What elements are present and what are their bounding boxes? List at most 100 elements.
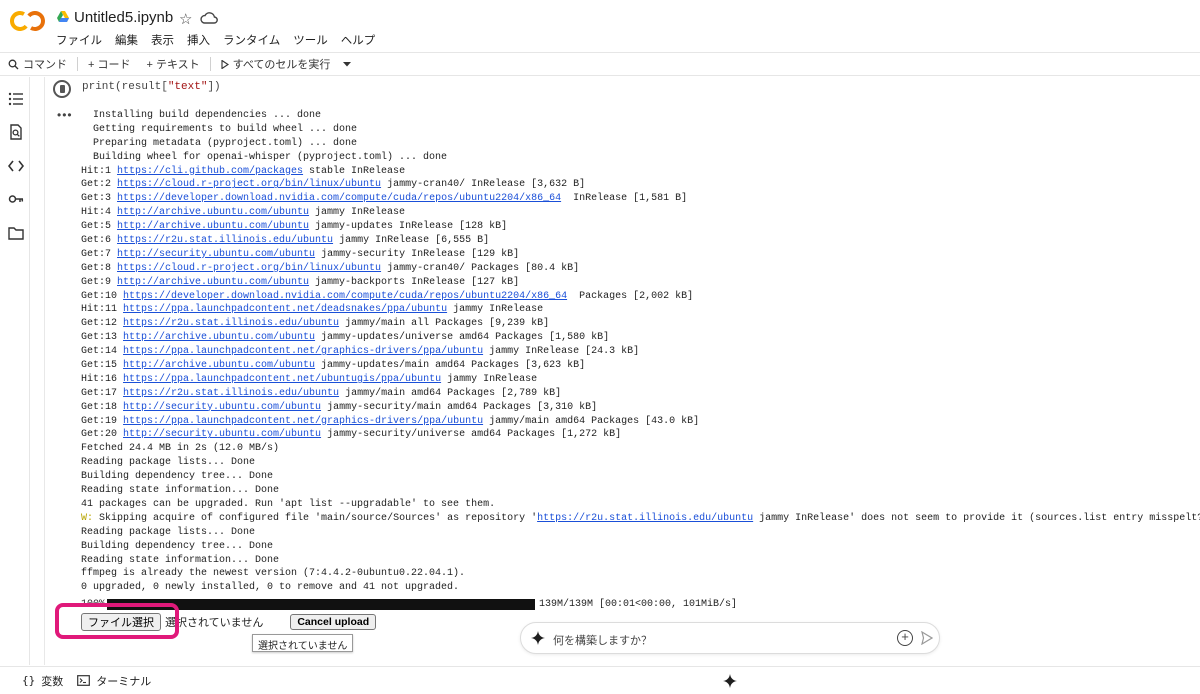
code-cell[interactable]: print(result["text"])	[44, 77, 1194, 99]
output-link[interactable]: http://archive.ubuntu.com/ubuntu	[123, 360, 315, 371]
notebook-title[interactable]: Untitled5.ipynb	[74, 9, 173, 26]
output-prefix: Get:13	[81, 332, 124, 344]
output-prefix: Get:7	[81, 248, 118, 260]
toolbar-divider	[77, 57, 78, 71]
output-link[interactable]: https://developer.download.nvidia.com/co…	[117, 193, 561, 204]
menu-file[interactable]: ファイル	[56, 32, 102, 48]
output-prefix: Get:6	[81, 235, 118, 247]
output-link[interactable]: http://security.ubuntu.com/ubuntu	[117, 249, 315, 260]
output-line: Get:20 http://security.ubuntu.com/ubuntu…	[81, 428, 1200, 442]
output-link[interactable]: https://cloud.r-project.org/bin/linux/ub…	[117, 263, 381, 274]
code-snippets-icon[interactable]	[8, 158, 24, 174]
output-text: Reading state information... Done	[81, 485, 280, 497]
progress-text: 139M/139M [00:01<00:00, 101MiB/s]	[539, 599, 738, 610]
colab-logo[interactable]	[10, 8, 46, 34]
output-prefix: Get:14	[81, 346, 124, 358]
output-link[interactable]: https://ppa.launchpadcontent.net/ubuntug…	[123, 374, 441, 385]
menu-edit[interactable]: 編集	[115, 32, 138, 48]
output-link[interactable]: http://archive.ubuntu.com/ubuntu	[117, 221, 309, 232]
code-editor[interactable]: print(result["text"])	[82, 81, 221, 93]
output-line: Get:19 https://ppa.launchpadcontent.net/…	[81, 415, 1200, 429]
gemini-prompt-bar[interactable]: 何を構築しますか？ +	[520, 622, 940, 654]
cloud-saved-icon[interactable]	[200, 11, 218, 25]
output-link[interactable]: https://ppa.launchpadcontent.net/deadsna…	[123, 304, 447, 315]
output-line: Hit:4 http://archive.ubuntu.com/ubuntu j…	[81, 206, 1200, 220]
chevron-down-icon[interactable]	[342, 60, 352, 68]
menu-tools[interactable]: ツール	[293, 32, 328, 48]
cell-border	[44, 77, 45, 665]
output-line: W: Skipping acquire of configured file '…	[81, 512, 1200, 526]
output-text: 0 upgraded, 0 newly installed, 0 to remo…	[81, 582, 460, 594]
send-icon[interactable]	[921, 631, 933, 645]
key-icon[interactable]	[8, 191, 24, 207]
output-link[interactable]: https://r2u.stat.illinois.edu/ubuntu	[117, 235, 333, 246]
play-icon	[221, 59, 229, 69]
output-prefix: Get:10	[81, 290, 124, 302]
output-line: Get:10 https://developer.download.nvidia…	[81, 290, 1200, 304]
table-of-contents-icon[interactable]	[8, 91, 24, 107]
add-icon[interactable]: +	[897, 630, 913, 646]
output-line: Preparing metadata (pyproject.toml) ... …	[81, 137, 1200, 151]
output-line: Reading state information... Done	[81, 554, 1200, 568]
menu-insert[interactable]: 挿入	[187, 32, 210, 48]
run-cell-button[interactable]	[53, 80, 71, 98]
prompt-input[interactable]: 何を構築しますか？	[553, 632, 652, 648]
terminal-button[interactable]: ターミナル	[77, 673, 151, 689]
run-all-button[interactable]: すべてのセルを実行	[213, 56, 361, 72]
toolbar-divider	[209, 57, 211, 71]
output-suffix: jammy-security/universe amd64 Packages […	[321, 429, 622, 441]
tooltip: 選択されていません	[252, 634, 354, 652]
output-text: Building dependency tree... Done	[81, 471, 274, 483]
output-text: Installing build dependencies ... done	[81, 110, 322, 121]
menu-help[interactable]: ヘルプ	[341, 32, 376, 48]
output-link[interactable]: https://developer.download.nvidia.com/co…	[123, 291, 567, 302]
output-link[interactable]: http://archive.ubuntu.com/ubuntu	[117, 207, 309, 218]
output-suffix: jammy InRelease [6,555 B]	[333, 235, 490, 247]
output-link[interactable]: http://security.ubuntu.com/ubuntu	[123, 402, 321, 413]
highlight-annotation	[55, 603, 179, 639]
output-link[interactable]: http://archive.ubuntu.com/ubuntu	[117, 277, 309, 288]
output-line: Building dependency tree... Done	[81, 470, 1200, 484]
variables-icon: {}	[22, 674, 36, 687]
output-line: Building wheel for openai-whisper (pypro…	[81, 151, 1200, 165]
run-all-label: すべてのセルを実行	[232, 59, 331, 71]
output-link[interactable]: https://r2u.stat.illinois.edu/ubuntu	[123, 318, 339, 329]
output-suffix: jammy-backports InRelease [127 kB]	[309, 276, 520, 288]
output-line: Get:15 http://archive.ubuntu.com/ubuntu …	[81, 359, 1200, 373]
cancel-upload-button[interactable]: Cancel upload	[290, 614, 377, 630]
commands-button[interactable]: コマンド	[0, 56, 75, 72]
star-icon[interactable]: ☆	[179, 10, 192, 28]
output-link[interactable]: https://r2u.stat.illinois.edu/ubuntu	[537, 513, 753, 524]
google-drive-icon	[57, 11, 69, 22]
output-line: Get:7 http://security.ubuntu.com/ubuntu …	[81, 248, 1200, 262]
output-prefix: Get:20	[81, 429, 124, 441]
output-suffix: jammy-cran40/ Packages [80.4 kB]	[381, 262, 580, 274]
menu-bar: ファイル 編集 表示 挿入 ランタイム ツール ヘルプ	[56, 32, 375, 48]
variables-button[interactable]: {} 変数	[22, 673, 63, 689]
output-link[interactable]: https://ppa.launchpadcontent.net/graphic…	[123, 346, 483, 357]
find-icon[interactable]	[8, 124, 24, 140]
folder-icon[interactable]	[8, 225, 24, 241]
output-link[interactable]: http://security.ubuntu.com/ubuntu	[123, 429, 321, 440]
output-line: Installing build dependencies ... done	[81, 109, 1200, 123]
output-prefix: Get:3	[81, 193, 118, 205]
output-text: Reading state information... Done	[81, 554, 280, 566]
menu-view[interactable]: 表示	[151, 32, 174, 48]
output-prefix: Hit:1	[81, 165, 118, 177]
code-text-end: ])	[207, 81, 221, 93]
menu-runtime[interactable]: ランタイム	[223, 32, 280, 48]
output-line: Get:14 https://ppa.launchpadcontent.net/…	[81, 345, 1200, 359]
terminal-label: ターミナル	[96, 675, 152, 688]
code-string: "text"	[167, 81, 208, 93]
add-code-button[interactable]: + コード	[80, 56, 138, 72]
output-menu-icon[interactable]: •••	[57, 108, 73, 122]
output-line: Getting requirements to build wheel ... …	[81, 123, 1200, 137]
output-link[interactable]: https://ppa.launchpadcontent.net/graphic…	[123, 416, 483, 427]
output-link[interactable]: http://archive.ubuntu.com/ubuntu	[123, 332, 315, 343]
output-link[interactable]: https://r2u.stat.illinois.edu/ubuntu	[123, 388, 339, 399]
output-link[interactable]: https://cloud.r-project.org/bin/linux/ub…	[117, 179, 381, 190]
output-line: Get:18 http://security.ubuntu.com/ubuntu…	[81, 401, 1200, 415]
add-text-button[interactable]: + テキスト	[138, 56, 207, 72]
gemini-spark-icon[interactable]	[723, 674, 737, 688]
output-link[interactable]: https://cli.github.com/packages	[117, 166, 303, 177]
